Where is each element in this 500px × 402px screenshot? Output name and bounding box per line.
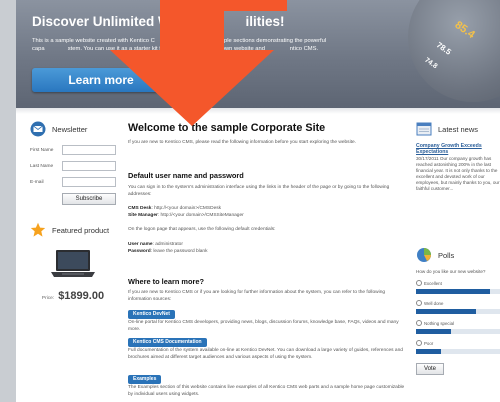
email-field[interactable] [62,177,116,187]
poll-bar: 2 [416,289,500,294]
site-manager-url[interactable]: : http://<your domain>/CMSSiteManager [158,213,244,218]
poll-option-label: Poor [424,340,434,346]
intro-text: If you are new to Kentico CMS, please re… [128,140,356,145]
learn-text: If you are new to Kentico CMS or if you … [128,290,386,302]
poll-bar-fill [416,329,452,334]
examples-text: The Examples section of this website con… [128,385,405,397]
price-label: Price: [41,296,55,301]
news-item-title[interactable]: Company Growth Exceeds Expectations [416,143,500,155]
poll-option[interactable]: Nothing special [416,320,500,326]
password-label: Password [128,249,151,254]
featured-header: Featured product [30,219,116,241]
poll-option-label: Nothing special [424,320,455,326]
poll-option[interactable]: Poor [416,340,500,346]
poll-bar: 4 [416,309,500,314]
polls-header: Polls [416,244,500,266]
news-item-text: 30/17/2011 Our company growth has reache… [416,156,500,191]
section-title-credentials: Default user name and password [128,171,244,180]
poll-question: How do you like our new website? [416,269,486,274]
examples-link[interactable]: Examples [128,375,162,384]
newsletter-header: Newsletter [30,118,116,140]
radio-icon[interactable] [416,340,422,346]
first-name-row: First Name [30,144,116,156]
cms-desk-label: CMS Desk [128,206,152,211]
poll-bar-fill [416,349,442,354]
documentation-link[interactable]: Kentico CMS Documentation [128,338,207,347]
poll-option[interactable]: Excellent [416,280,500,286]
site-manager-line: Site Manager: http://<your domain>/CMSSi… [128,213,244,220]
devnet-text: On-line portal for Kentico CMS developer… [128,320,399,332]
last-name-label: Last Name [30,163,54,169]
first-name-label: First Name [30,147,54,153]
envelope-icon [30,121,46,137]
vote-button[interactable]: Vote [416,363,444,375]
pie-chart-icon [417,248,431,262]
username-value: : administrator [152,242,183,247]
right-column: Latest news Company Growth Exceeds Expec… [416,118,500,375]
left-column: Newsletter First Name Last Name E-mail S… [30,118,116,302]
star-icon [30,222,46,237]
price-row: Price: $1899.00 [30,290,116,302]
polls-title: Polls [438,250,455,260]
poll-bar-fill [416,309,477,314]
poll-option-label: Excellent [424,280,442,286]
last-name-row: Last Name [30,160,116,172]
cms-desk-url[interactable]: : http://<your domain>/CMSDesk [151,206,221,211]
poll-bar [416,329,500,334]
news-header: Latest news [416,118,500,140]
email-label: E-mail [30,179,44,185]
newsletter-title: Newsletter [52,124,88,134]
poll-option-label: Well done [424,300,444,306]
section-title-learn: Where to learn more? [128,277,204,286]
site-manager-label: Site Manager [128,213,158,218]
radio-icon[interactable] [416,280,422,286]
poll-bar: 1 [416,349,500,354]
first-name-field[interactable] [62,145,116,155]
email-row: E-mail [30,176,116,188]
radio-icon[interactable] [416,300,422,306]
subscribe-button[interactable]: Subscribe [62,193,116,205]
down-arrow-icon [110,0,274,126]
devnet-link[interactable]: Kentico DevNet [128,310,175,319]
price-value: $1899.00 [58,290,105,302]
last-name-field[interactable] [62,161,116,171]
username-line: User name: administrator [128,242,183,249]
poll-option[interactable]: Well done [416,300,500,306]
documentation-text: Full documentation of the system availab… [128,348,403,360]
laptop-product-image[interactable] [50,249,96,279]
password-line: Password: leave the password blank [128,249,207,256]
logon-text: On the logon page that appears, use the … [128,227,276,232]
credentials-text: You can sign in to the system's administ… [128,185,390,197]
speedometer-graphic [408,0,500,102]
password-value: : leave the password blank [150,249,208,254]
cms-desk-line: CMS Desk: http://<your domain>/CMSDesk [128,206,221,213]
newspaper-icon [416,122,432,136]
radio-icon[interactable] [416,320,422,326]
poll-bar-fill [416,289,490,294]
username-label: User name [128,242,153,247]
featured-title: Featured product [52,225,110,235]
news-title: Latest news [438,124,479,134]
